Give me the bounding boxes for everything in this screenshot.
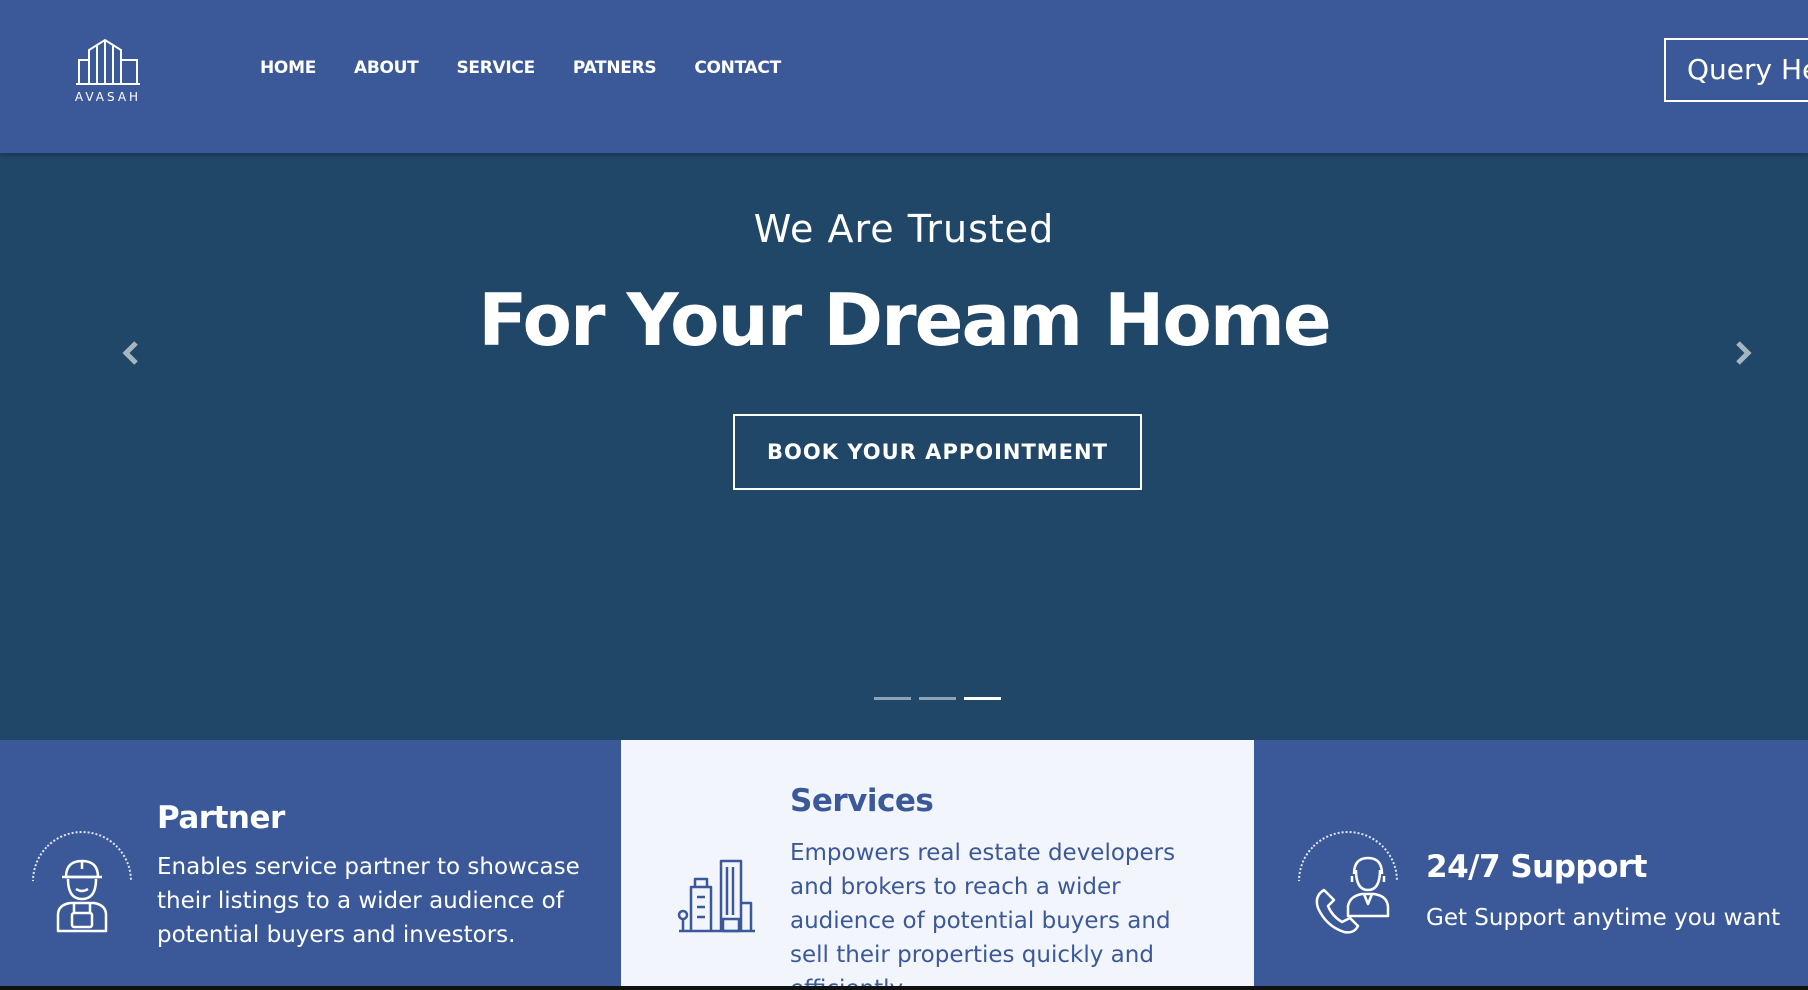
building-logo-icon [76, 38, 140, 85]
nav-home[interactable]: HOME [260, 58, 316, 78]
feature-text: Enables service partner to showcase thei… [157, 854, 580, 948]
bottom-edge [0, 986, 1808, 990]
nav-partners[interactable]: PATNERS [573, 58, 657, 78]
navbar: AVASAH HOME ABOUT SERVICE PATNERS CONTAC… [0, 0, 1808, 153]
feature-card-services: Services Empowers real estate developers… [621, 740, 1254, 986]
carousel-indicator-active[interactable] [964, 697, 1001, 700]
query-button[interactable]: Query Here [1664, 38, 1808, 102]
features-section: Partner Enables service partner to showc… [0, 740, 1808, 986]
feature-card-partner: Partner Enables service partner to showc… [0, 740, 621, 986]
main-nav: HOME ABOUT SERVICE PATNERS CONTACT [260, 58, 781, 78]
book-appointment-button[interactable]: BOOK YOUR APPOINTMENT [733, 414, 1142, 490]
buildings-icon [677, 859, 755, 933]
nav-contact[interactable]: CONTACT [694, 58, 781, 78]
carousel-indicator[interactable] [874, 697, 911, 700]
brand-logo[interactable]: AVASAH [68, 38, 148, 110]
nav-service[interactable]: SERVICE [456, 58, 535, 78]
feature-title: 24/7 Support [1426, 849, 1648, 885]
feature-title: Partner [157, 800, 285, 836]
carousel-indicators [874, 697, 1001, 700]
hero-subtitle: We Are Trusted [753, 207, 1055, 251]
feature-card-support: 24/7 Support Get Support anytime you wan… [1254, 740, 1808, 986]
brand-name: AVASAH [74, 90, 142, 104]
chevron-right-icon[interactable] [1732, 333, 1756, 373]
feature-title: Services [790, 783, 934, 819]
feature-text: Get Support anytime you want [1426, 905, 1781, 931]
support-agent-icon [1315, 856, 1390, 934]
hero-carousel: We Are Trusted For Your Dream Home BOOK … [0, 153, 1808, 740]
hero-title: For Your Dream Home [478, 278, 1332, 362]
worker-icon [56, 859, 108, 933]
carousel-indicator[interactable] [919, 697, 956, 700]
nav-about[interactable]: ABOUT [354, 58, 419, 78]
feature-text: Empowers real estate developers and brok… [790, 840, 1176, 986]
